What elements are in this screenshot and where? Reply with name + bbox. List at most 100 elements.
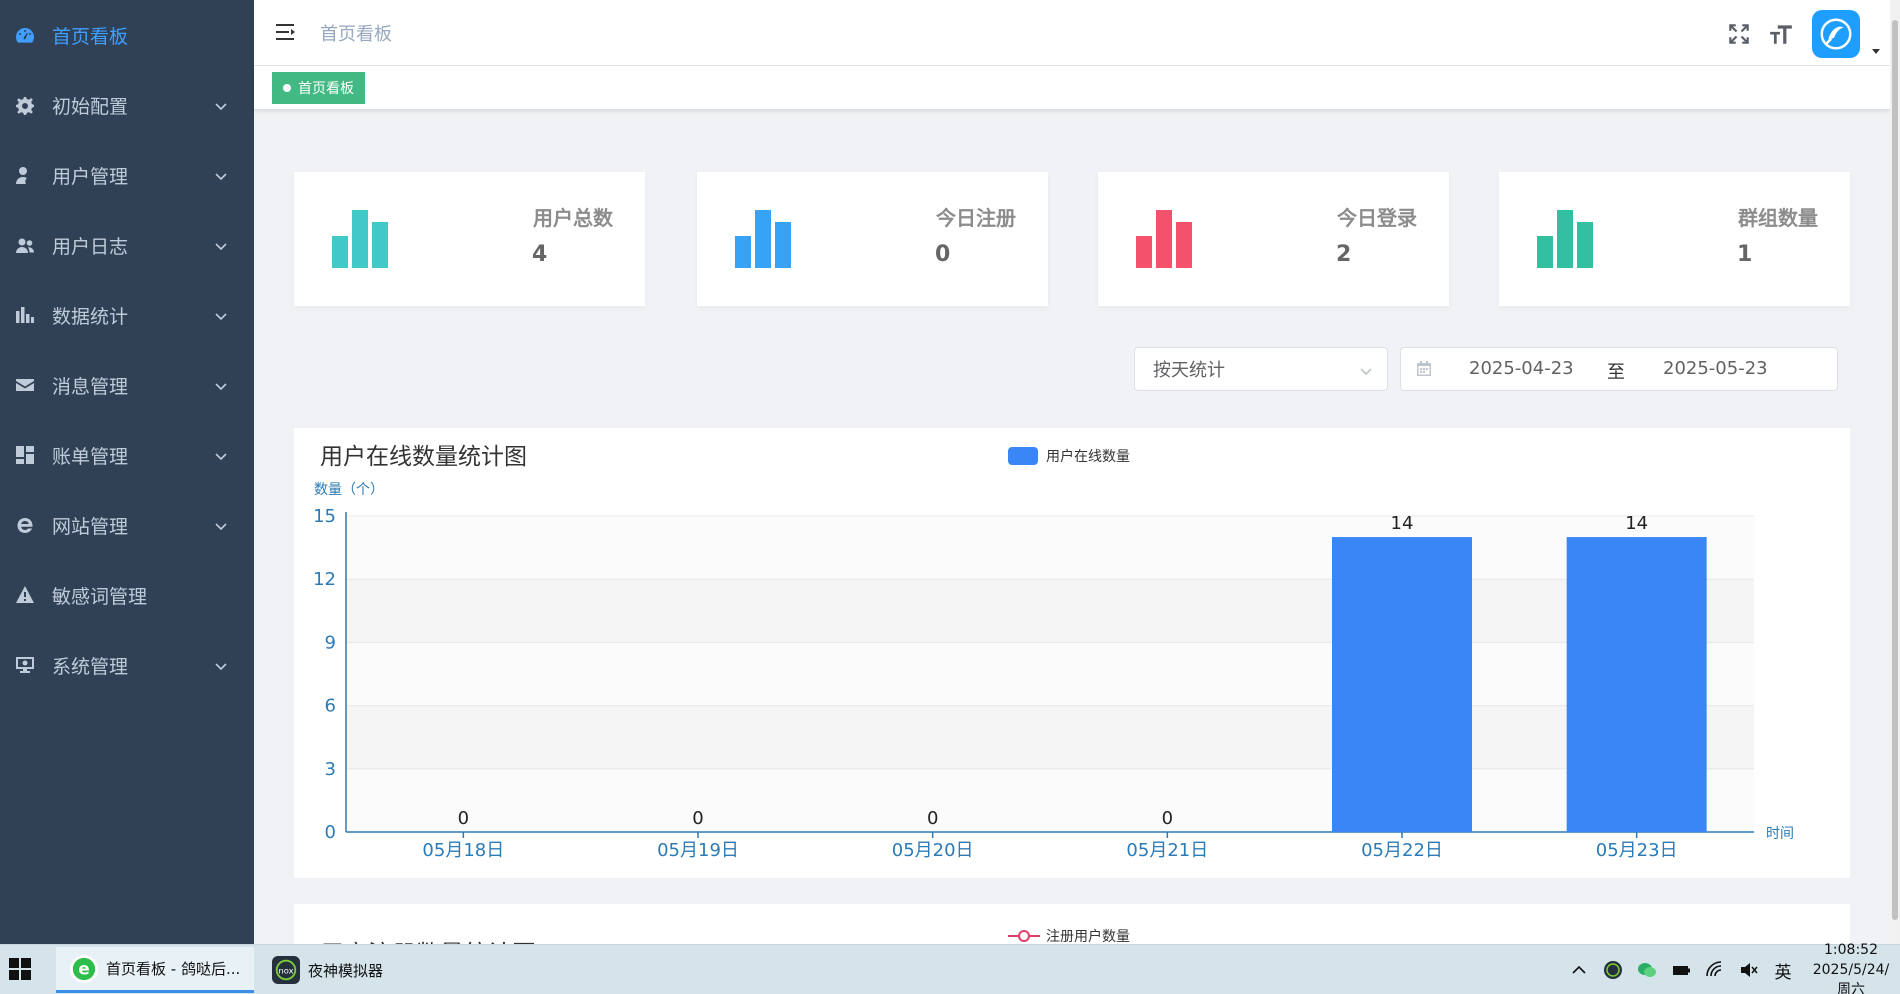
system-tray: 英 1:08:52 2025/5/24/周六 [1568,942,1900,994]
bar-chart-icon [1136,210,1192,268]
x-tick-label: 05月20日 [892,840,974,861]
chevron-down-icon [214,166,228,181]
sidebar-item-label: 系统管理 [52,655,129,678]
stat-card-1[interactable]: 用户总数 4 [294,172,645,306]
bar-chart-icon [332,210,388,268]
stat-card-label: 群组数量 [1738,206,1818,230]
legend-label: 用户在线数量 [1046,448,1130,465]
bar [1332,537,1472,832]
bar-chart-icon [1537,210,1593,268]
ie-icon [14,514,36,536]
date-range-picker[interactable]: 2025-04-23 至 2025-05-23 [1400,347,1838,391]
grid-band [346,516,1754,580]
y-tick-label: 12 [313,569,336,590]
sidebar-item-7[interactable]: 账单管理 [0,420,254,490]
chevron-down-icon [1359,362,1373,376]
x-axis-label: 时间 [1766,826,1794,842]
x-tick-label: 05月19日 [657,840,739,861]
scrollbar-thumb[interactable] [1892,20,1898,920]
y-axis-label: 数量（个） [314,482,384,498]
user-gear-icon [14,164,36,186]
y-tick-label: 0 [325,822,336,843]
y-tick-label: 9 [325,632,336,653]
chevron-down-icon [214,96,228,111]
sidebar-item-8[interactable]: 网站管理 [0,490,254,560]
y-tick-label: 15 [313,506,336,527]
battery-icon[interactable] [1670,959,1692,981]
nox-tray-icon[interactable] [1602,959,1624,981]
stat-card-value: 1 [1737,242,1753,267]
x-tick-label: 05月18日 [422,840,504,861]
date-separator: 至 [1607,362,1625,383]
ime-indicator[interactable]: 英 [1772,959,1794,983]
register-chart-legend[interactable]: 注册用户数量 [1008,926,1130,944]
tag-dashboard[interactable]: 首页看板 [272,72,365,104]
navbar: 首页看板 [254,0,1890,66]
sidebar-item-9[interactable]: 敏感词管理 [0,560,254,630]
x-tick-label: 05月21日 [1126,840,1208,861]
register-chart-panel: 用户注册数量统计图 注册用户数量 [294,904,1850,944]
register-chart-title: 用户注册数量统计图 [320,934,536,944]
stat-card-4[interactable]: 群组数量 1 [1499,172,1850,306]
sidebar-item-2[interactable]: 初始配置 [0,70,254,140]
clock-date: 2025/5/24/周六 [1812,962,1890,994]
legend-line-circle-icon [1008,930,1040,942]
chevron-down-icon [214,376,228,391]
grid-band [346,705,1754,769]
caret-down-icon[interactable] [1870,42,1882,54]
taskbar-app-nox[interactable]: nox 夜神模拟器 [258,947,454,993]
page-scrollbar[interactable] [1890,0,1900,944]
sidebar-item-label: 消息管理 [52,375,129,398]
granularity-select[interactable]: 按天统计 [1134,347,1388,391]
bar-value-label: 0 [692,808,703,829]
sidebar: 首页看板初始配置用户管理用户日志 数据统计消息管理账单管理 网站管理 敏感词管理系统管… [0,0,254,944]
stat-card-2[interactable]: 今日注册 0 [697,172,1048,306]
stat-card-label: 今日登录 [1337,206,1417,230]
bar-chart-icon [735,210,791,268]
sidebar-item-5[interactable]: 数据统计 [0,280,254,350]
clock[interactable]: 1:08:52 2025/5/24/周六 [1806,940,1896,994]
sidebar-item-1[interactable]: 首页看板 [0,0,254,70]
stat-card-label: 今日注册 [936,206,1016,230]
taskbar-app-browser[interactable]: e 首页看板 - 鸽哒后... [56,947,254,993]
gear-cog-icon [14,94,36,116]
sidebar-item-10[interactable]: 系统管理 [0,630,254,700]
chevron-up-icon[interactable] [1568,959,1590,981]
date-end[interactable]: 2025-05-23 [1663,358,1768,379]
grid-band [346,768,1754,832]
date-start[interactable]: 2025-04-23 [1469,358,1574,379]
hamburger-menu-icon[interactable] [274,20,300,46]
windows-start-icon[interactable] [8,957,34,983]
speaker-muted-icon[interactable] [1738,959,1760,981]
x-tick-label: 05月23日 [1596,840,1678,861]
register-legend-label: 注册用户数量 [1046,929,1130,944]
sidebar-item-3[interactable]: 用户管理 [0,140,254,210]
bar-value-label: 0 [1162,808,1173,829]
avatar[interactable] [1812,10,1860,58]
x-tick-label: 05月22日 [1361,840,1443,861]
granularity-value: 按天统计 [1153,360,1225,381]
y-tick-label: 6 [325,696,336,717]
font-size-icon[interactable] [1766,19,1796,49]
stat-card-3[interactable]: 今日登录 2 [1098,172,1449,306]
chart-title: 用户在线数量统计图 [320,444,527,470]
chevron-down-icon [214,236,228,251]
sidebar-item-6[interactable]: 消息管理 [0,350,254,420]
online-users-chart: 0 3 6 9 12 15 0 05月18日 0 05月19日 0 05月20日 0 05月21日 14 05… [313,444,1794,861]
online-users-chart-panel: 0 3 6 9 12 15 0 05月18日 0 05月19日 0 05月20日 0 05月21日 14 05… [294,428,1850,878]
sidebar-item-4[interactable]: 用户日志 [0,210,254,280]
navbar-actions [1724,10,1882,58]
sidebar-item-label: 用户管理 [52,165,129,188]
wifi-icon[interactable] [1704,959,1726,981]
wechat-icon[interactable] [1636,959,1658,981]
chevron-down-icon [214,306,228,321]
stat-card-label: 用户总数 [533,206,613,230]
grid-band [346,642,1754,706]
bar-value-label: 14 [1391,513,1414,534]
bar-value-label: 14 [1625,513,1648,534]
stat-card-value: 0 [935,242,951,267]
legend-swatch[interactable] [1008,447,1038,465]
sidebar-item-label: 首页看板 [52,25,129,48]
bar [1566,537,1707,832]
fullscreen-icon[interactable] [1724,19,1754,49]
